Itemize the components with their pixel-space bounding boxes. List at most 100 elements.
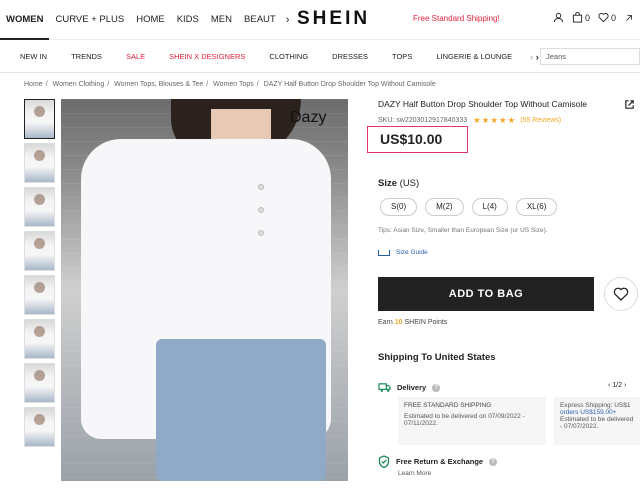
nav-women[interactable]: WOMEN [0,0,50,40]
nav-kids[interactable]: KIDS [171,0,205,40]
shein-logo[interactable]: SHEIN [297,8,370,30]
wishlist-button[interactable]: 0 [598,12,616,23]
shipping-heading: Shipping To United States [378,352,496,363]
size-guide-link[interactable]: Size Guide [378,249,428,256]
thumbnail-list [24,99,55,451]
cat-new-in[interactable]: NEW IN [8,52,59,61]
heart-icon [613,287,629,301]
size-heading: Size (US) [378,178,419,189]
points-suffix: SHEIN Points [404,319,448,326]
points-value: 10 [394,319,403,326]
cat-trends[interactable]: TRENDS [59,52,114,61]
thumbnail[interactable] [24,231,55,271]
image-button [258,184,264,190]
header-icons: 0 0 [553,12,634,23]
cat-shein-x-designers[interactable]: SHEIN X DESIGNERS [157,52,257,61]
cat-tops[interactable]: TOPS [380,52,424,61]
help-icon[interactable]: ? [489,457,498,466]
size-option-xl[interactable]: XL(6) [515,198,558,216]
thumbnail[interactable] [24,275,55,315]
size-option-s[interactable]: S(0) [380,198,418,216]
bag-button[interactable]: 0 [572,12,590,23]
size-label: Size [378,178,398,189]
image-jeans [156,339,326,481]
truck-icon [378,383,391,392]
thumbnail[interactable] [24,187,55,227]
standard-shipping-title: FREE STANDARD SHIPPING [404,402,492,409]
learn-more-link[interactable]: Learn More [398,470,431,477]
express-threshold: orders US$159.00+ [560,409,617,416]
crumb-women-tops-blouses[interactable]: Women Tops, Blouses & Tee [114,81,203,88]
crumb-current-product: DAZY Half Button Drop Shoulder Top Witho… [263,81,436,88]
thumbnail[interactable] [24,99,55,139]
bag-count: 0 [584,12,590,23]
nav-home[interactable]: HOME [130,0,171,40]
shield-check-icon [378,455,390,468]
promo-text[interactable]: Free Standard Shipping! [413,14,500,23]
top-nav: WOMEN CURVE + PLUS HOME KIDS MEN BEAUT › [0,0,293,40]
thumbnail[interactable] [24,407,55,447]
heart-icon [598,12,609,23]
nav-chevron-right-icon[interactable]: › [282,14,294,26]
search-input[interactable]: Jeans [540,48,640,65]
main-product-image[interactable]: Dazy [61,99,348,481]
share-globe-icon[interactable] [624,13,634,23]
reviews-link[interactable]: (55 Reviews) [520,117,561,124]
bag-icon [572,12,583,23]
help-icon[interactable]: ? [432,383,441,392]
standard-shipping-card: FREE STANDARD SHIPPING Estimated to be d… [398,397,546,445]
points-prefix: Earn [378,319,393,326]
category-bar: NEW IN TRENDS SALE SHEIN X DESIGNERS CLO… [0,40,640,73]
rating-stars: ★★★★★ [473,115,517,125]
thumbnail[interactable] [24,143,55,183]
image-button [258,207,264,213]
size-tips: Tips: Asian Size, Smaller than European … [378,227,548,234]
add-to-bag-button[interactable]: ADD TO BAG [378,277,594,311]
cat-dresses[interactable]: DRESSES [320,52,380,61]
express-estimate: Estimated to be delivered [560,416,634,423]
crumb-women-tops[interactable]: Women Tops [213,81,254,88]
express-shipping-card: Express Shipping: US$1 orders US$159.00+… [554,397,640,445]
returns-label: Free Return & Exchange [396,457,484,466]
sku-row: SKU: sw2203012917840333 ★★★★★ (55 Review… [378,115,640,126]
cat-clothing[interactable]: CLOTHING [257,52,320,61]
product-title: DAZY Half Button Drop Shoulder Top Witho… [378,99,587,109]
cat-lingerie-lounge[interactable]: LINGERIE & LOUNGE [424,52,524,61]
nav-beauty[interactable]: BEAUT [238,0,282,40]
product-price: US$10.00 [367,126,468,153]
wishlist-heart-button[interactable] [604,277,638,311]
nav-curve-plus[interactable]: CURVE + PLUS [49,0,130,40]
category-nav: NEW IN TRENDS SALE SHEIN X DESIGNERS CLO… [8,40,545,73]
share-icon[interactable] [624,99,635,113]
brand-watermark: Dazy [290,109,327,126]
standard-shipping-estimate: Estimated to be delivered on 07/09/2022 … [404,413,525,427]
product-info: DAZY Half Button Drop Shoulder Top Witho… [367,99,640,477]
top-header: WOMEN CURVE + PLUS HOME KIDS MEN BEAUT ›… [0,0,640,40]
express-estimate-end: - 07/07/2022. [560,423,599,430]
crumb-women-clothing[interactable]: Women Clothing [53,81,105,88]
size-unit: (US) [399,178,420,189]
delivery-label: Delivery [397,383,427,392]
ruler-icon [378,249,390,256]
size-options: S(0) M(2) L(4) XL(6) [380,198,558,216]
size-option-l[interactable]: L(4) [471,198,508,216]
delivery-section: Delivery ? ‹ 1/2 › FREE STANDARD SHIPPIN… [378,382,640,445]
wishlist-count: 0 [610,12,616,23]
points-info: Earn 10 SHEIN Points [378,319,447,326]
nav-men[interactable]: MEN [205,0,238,40]
crumb-home[interactable]: Home [24,81,43,88]
sku-text: SKU: sw2203012917840333 [378,117,468,124]
thumbnail[interactable] [24,363,55,403]
delivery-row: Delivery ? [378,382,640,393]
image-button [258,230,264,236]
returns-row: Free Return & Exchange ? [378,455,498,468]
breadcrumb: Home / Women Clothing / Women Tops, Blouse… [24,81,436,88]
cat-sale[interactable]: SALE [114,52,157,61]
size-option-m[interactable]: M(2) [425,198,464,216]
account-icon[interactable] [553,12,564,23]
pager-text: 1/2 [612,382,623,389]
size-guide-label: Size Guide [396,249,428,256]
express-title: Express Shipping: US$1 [560,402,631,409]
shipping-pager[interactable]: ‹ 1/2 › [608,382,626,389]
thumbnail[interactable] [24,319,55,359]
